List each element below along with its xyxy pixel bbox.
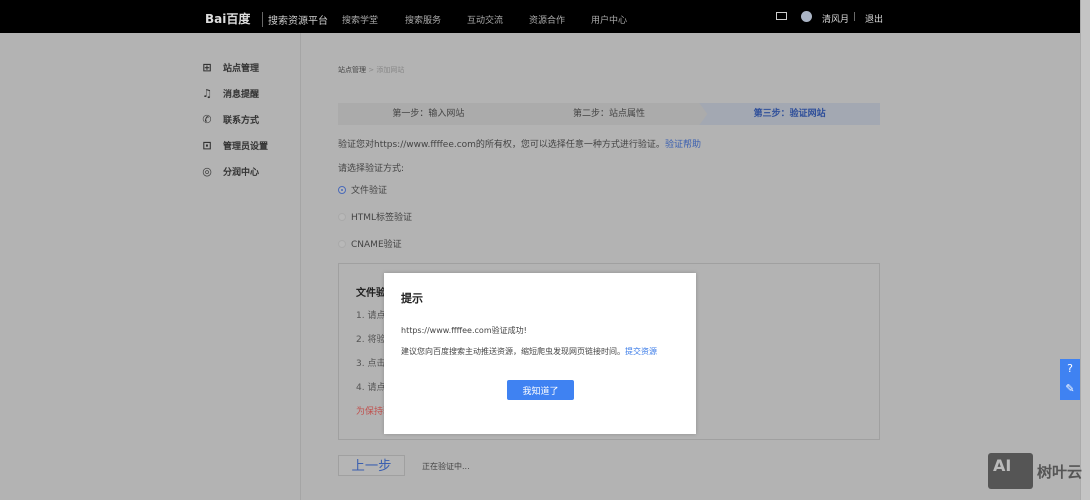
baidu-logo[interactable]: Bai百度 bbox=[205, 10, 250, 27]
top-bar: Bai百度 搜索资源平台 搜索学堂 搜索服务 互动交流 资源合作 用户中心 清风… bbox=[0, 0, 1080, 33]
radio-circle[interactable] bbox=[338, 239, 346, 248]
sidebar bbox=[0, 33, 301, 500]
breadcrumb-current: 添加网站 bbox=[376, 66, 405, 74]
radio-html[interactable]: HTML标签验证 bbox=[338, 210, 412, 223]
scrollbar[interactable] bbox=[1080, 0, 1090, 500]
sidebar-item-label: 管理员设置 bbox=[223, 142, 269, 152]
sidebar-item-label: 站点管理 bbox=[223, 64, 260, 74]
sidebar-item-label: 消息提醒 bbox=[223, 90, 260, 100]
bell-icon: ♫ bbox=[202, 87, 212, 100]
watermark-logo: AI bbox=[988, 453, 1033, 489]
logout-link[interactable]: 退出 bbox=[865, 12, 883, 25]
tip-dialog: 提示 https://www.ffffee.com验证成功! 建议您向百度搜索主… bbox=[384, 273, 696, 434]
separator: | bbox=[853, 12, 857, 22]
step-line: 1. 请点 bbox=[356, 311, 386, 321]
method-label: 请选择验证方式: bbox=[338, 164, 405, 174]
nav-item[interactable]: 资源合作 bbox=[529, 13, 565, 26]
breadcrumb-sep: > bbox=[368, 66, 375, 74]
feedback-icon[interactable]: ✎ bbox=[1060, 379, 1080, 399]
sidebar-item-site[interactable]: ⊞ 站点管理 bbox=[201, 61, 259, 74]
help-link[interactable]: 验证帮助 bbox=[665, 140, 701, 150]
radio-circle[interactable] bbox=[338, 212, 346, 221]
radio-circle[interactable] bbox=[338, 185, 346, 194]
mail-icon[interactable] bbox=[776, 12, 787, 20]
intro-text: 验证您对https://www.ffffee.com的所有权，您可以选择任意一种… bbox=[338, 137, 701, 150]
watermark-text: 树叶云 bbox=[1037, 462, 1083, 481]
float-toolbar: ? ✎ bbox=[1060, 359, 1080, 400]
sidebar-item-label: 联系方式 bbox=[223, 116, 260, 126]
suggestion-text: 建议您向百度搜索主动推送资源，缩短爬虫发现网页链接时间。 bbox=[401, 347, 625, 356]
radio-cname[interactable]: CNAME验证 bbox=[338, 237, 402, 250]
breadcrumb-root[interactable]: 站点管理 bbox=[338, 66, 366, 74]
radio-file[interactable]: 文件验证 bbox=[338, 183, 387, 196]
sidebar-item-contact[interactable]: ✆ 联系方式 bbox=[201, 113, 259, 126]
avatar[interactable] bbox=[801, 11, 812, 22]
step-line: 4. 请点 bbox=[356, 383, 386, 393]
sidebar-item-messages[interactable]: ♫ 消息提醒 bbox=[201, 87, 259, 100]
step-3: 第三步：验证网站 bbox=[699, 103, 881, 125]
platform-title[interactable]: 搜索资源平台 bbox=[262, 12, 328, 27]
sidebar-item-revenue[interactable]: ◎ 分润中心 bbox=[201, 165, 259, 178]
dialog-suggestion: 建议您向百度搜索主动推送资源，缩短爬虫发现网页链接时间。提交资源 bbox=[401, 346, 657, 357]
sidebar-item-label: 分润中心 bbox=[223, 168, 260, 178]
step-1: 第一步：输入网站 bbox=[392, 109, 465, 119]
nav-item[interactable]: 互动交流 bbox=[467, 13, 503, 26]
submit-resource-link[interactable]: 提交资源 bbox=[625, 347, 657, 356]
ok-button[interactable]: 我知道了 bbox=[507, 380, 574, 400]
phone-icon: ✆ bbox=[202, 113, 212, 126]
sitemap-icon: ⊞ bbox=[202, 61, 212, 74]
verify-status: 正在验证中... bbox=[422, 462, 470, 471]
step-bar: 第一步：输入网站 第二步：站点属性 第三步：验证网站 bbox=[338, 103, 881, 125]
nav-item[interactable]: 用户中心 bbox=[591, 13, 627, 26]
dialog-success: https://www.ffffee.com验证成功! bbox=[401, 326, 527, 335]
step-line: 2. 将验 bbox=[356, 335, 386, 345]
username[interactable]: 清风月 bbox=[822, 12, 849, 25]
intro-body: 验证您对https://www.ffffee.com的所有权，您可以选择任意一种… bbox=[338, 140, 665, 150]
radio-label: CNAME验证 bbox=[351, 240, 402, 250]
sidebar-item-admin[interactable]: ⊡ 管理员设置 bbox=[201, 139, 268, 152]
radio-label: HTML标签验证 bbox=[351, 213, 413, 223]
admin-icon: ⊡ bbox=[202, 139, 212, 152]
prev-step-button[interactable]: 上一步 bbox=[338, 455, 405, 476]
watermark: AI 树叶云 bbox=[988, 453, 1082, 489]
help-icon[interactable]: ? bbox=[1060, 359, 1080, 379]
nav-item[interactable]: 搜索学堂 bbox=[342, 13, 378, 26]
step-2: 第二步：站点属性 bbox=[573, 109, 646, 119]
revenue-icon: ◎ bbox=[202, 165, 212, 178]
box-title: 文件验 bbox=[356, 288, 386, 299]
radio-label: 文件验证 bbox=[351, 186, 388, 196]
breadcrumb: 站点管理 > 添加网站 bbox=[338, 65, 404, 75]
dialog-title: 提示 bbox=[401, 292, 423, 305]
nav-item[interactable]: 搜索服务 bbox=[405, 13, 441, 26]
step-line-link[interactable]: 3. 点击 bbox=[356, 356, 385, 369]
